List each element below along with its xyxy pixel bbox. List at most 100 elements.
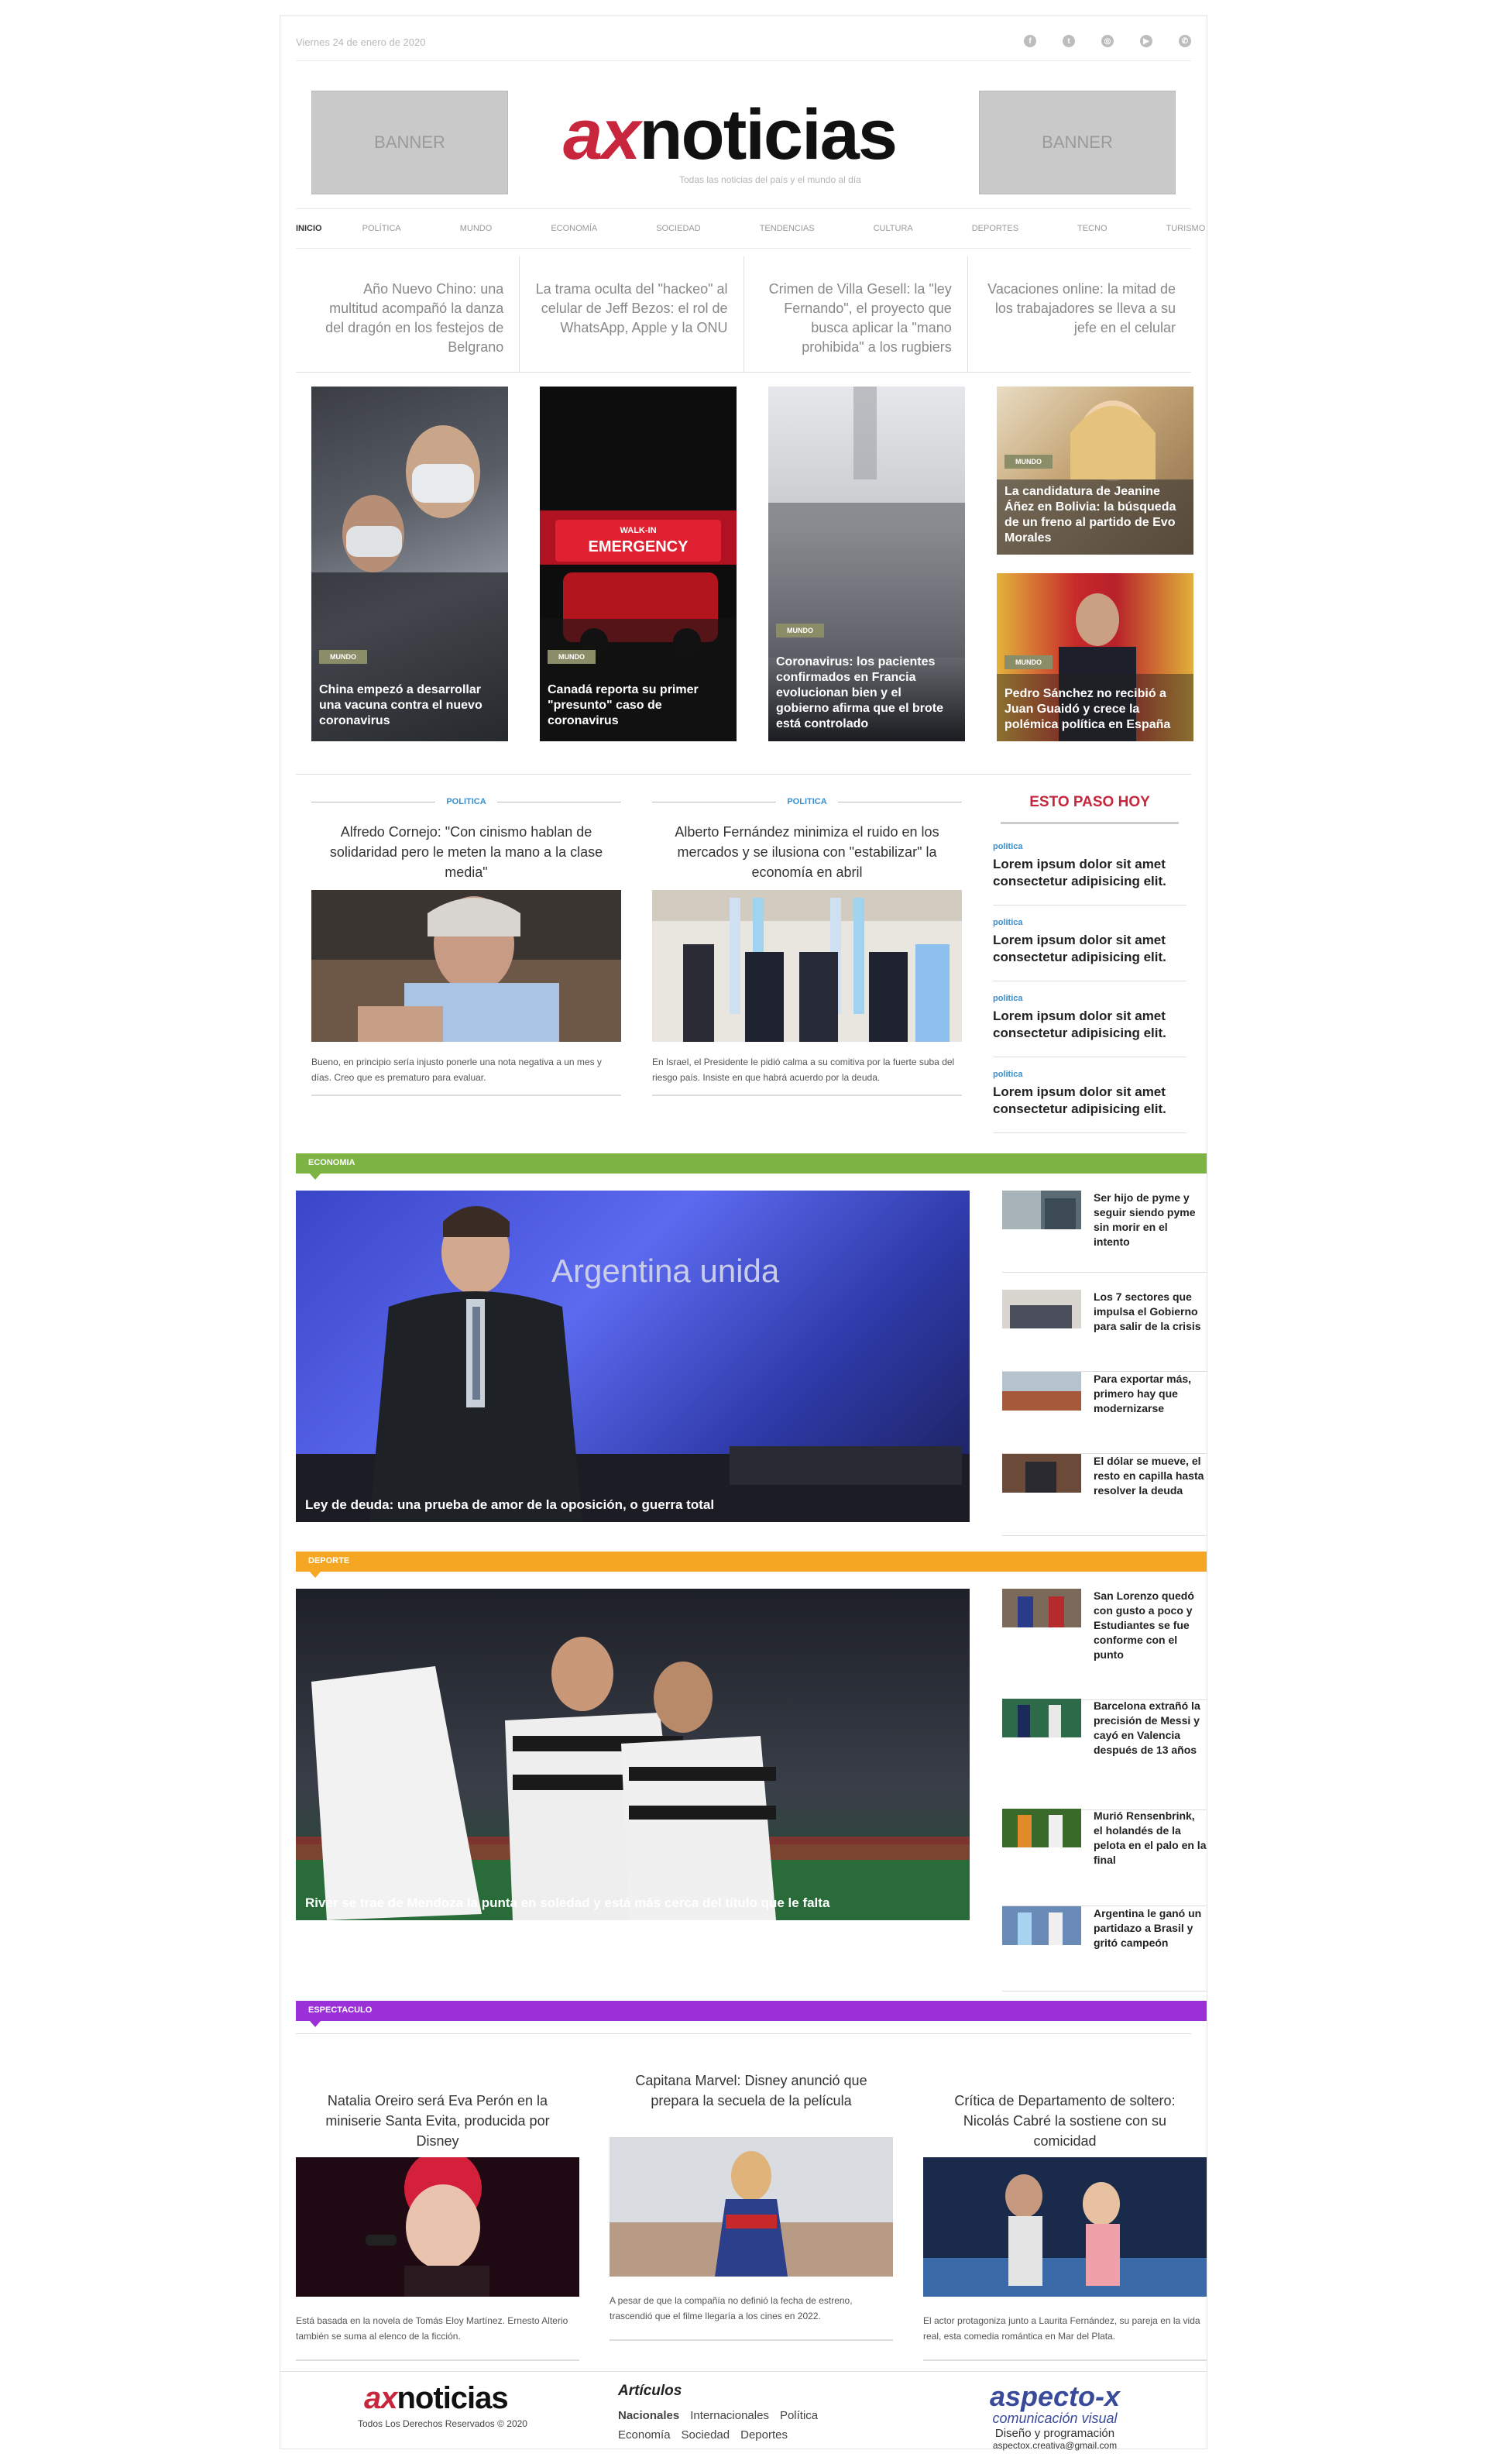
article-kicker: POLITICA [787, 797, 827, 806]
sidebar-item[interactable]: politica Lorem ipsum dolor sit amet cons… [993, 981, 1187, 1057]
section-list-item[interactable]: El dólar se mueve, el resto en capilla h… [1002, 1454, 1207, 1536]
sidebar-item-category: politica [993, 994, 1023, 1003]
site-logo[interactable]: axnoticias [563, 92, 898, 177]
article-photo [296, 1206, 970, 1522]
agency-subtitle: comunicación visual [992, 2411, 1118, 2426]
nav-deportes[interactable]: DEPORTES [972, 224, 1018, 233]
nav-mundo[interactable]: MUNDO [460, 224, 493, 233]
footer-link[interactable]: Política [780, 2409, 818, 2422]
nav-sociedad[interactable]: SOCIEDAD [656, 224, 700, 233]
section-label: ESPECTACULO [308, 2005, 373, 2015]
sidebar-item-title: Lorem ipsum dolor sit amet consectetur a… [993, 857, 1166, 888]
sidebar-item[interactable]: politica Lorem ipsum dolor sit amet cons… [993, 906, 1187, 981]
banner-right[interactable]: BANNER [979, 91, 1176, 194]
section-list-item[interactable]: Argentina le ganó un partidazo a Brasil … [1002, 1906, 1207, 1991]
sidebar-item-category: politica [993, 1070, 1023, 1079]
section-list-item[interactable]: Murió Rensenbrink, el holandés de la pel… [1002, 1809, 1207, 1906]
article-photo [610, 2137, 893, 2277]
instagram-icon[interactable]: ◎ [1101, 35, 1114, 47]
screen-text: Argentina unida [551, 1253, 780, 1289]
category-badge: MUNDO [1004, 455, 1053, 469]
section-list-item[interactable]: San Lorenzo quedó con gusto a poco y Est… [1002, 1589, 1207, 1700]
section-list-item[interactable]: Los 7 sectores que impulsa el Gobierno p… [1002, 1290, 1207, 1372]
emergency-sign-line2: EMERGENCY [588, 538, 689, 555]
section-main-article[interactable]: River se trae de Mendoza la punta en sol… [296, 1589, 970, 1920]
article-title[interactable]: Alberto Fernández minimiza el ruido en l… [652, 822, 962, 882]
nav-cultura[interactable]: CULTURA [874, 224, 913, 233]
section-list-item[interactable]: Barcelona extrañó la precisión de Messi … [1002, 1699, 1207, 1810]
article-title[interactable]: Crítica de Departamento de soltero: Nico… [923, 2077, 1207, 2157]
featured-card[interactable]: MUNDO La candidatura de Jeanine Áñez en … [997, 387, 1193, 555]
banner-left[interactable]: BANNER [311, 91, 508, 194]
headline-link[interactable]: Año Nuevo Chino: una multitud acompañó l… [296, 256, 520, 372]
divider [296, 2033, 1191, 2034]
footer-links: Nacionales Internacionales Política Econ… [618, 2409, 850, 2442]
featured-card[interactable]: MUNDO Pedro Sánchez no recibió a Juan Gu… [997, 573, 1193, 741]
article-title[interactable]: Capitana Marvel: Disney anunció que prep… [610, 2057, 893, 2137]
current-date: Viernes 24 de enero de 2020 [296, 36, 426, 48]
tagline: Todas las noticias del país y el mundo a… [679, 174, 861, 185]
section-list-item[interactable]: Para exportar más, primero hay que moder… [1002, 1372, 1207, 1454]
footer-link[interactable]: Nacionales [618, 2409, 679, 2422]
footer-articles-title: Artículos [618, 2383, 682, 2399]
section-list-item[interactable]: Ser hijo de pyme y seguir siendo pyme si… [1002, 1191, 1207, 1273]
featured-title: Canadá reporta su primer "presunto" caso… [548, 683, 699, 727]
featured-card[interactable]: MUNDO Coronavirus: los pacientes confirm… [768, 387, 965, 741]
featured-card[interactable]: WALK-IN EMERGENCY MUNDO Canadá reporta s… [540, 387, 737, 741]
nav-inicio[interactable]: INICIO [296, 224, 322, 233]
divider [311, 1095, 621, 1096]
agency-email[interactable]: aspectox.creativa@gmail.com [977, 2440, 1132, 2451]
agency-brand[interactable]: aspecto-x comunicación visual Diseño y p… [977, 2383, 1132, 2452]
article-desc: En Israel, el Presidente le pidió calma … [652, 1057, 955, 1083]
list-item-title: San Lorenzo quedó con gusto a poco y Est… [1094, 1589, 1194, 1661]
espectaculo-article[interactable]: Natalia Oreiro será Eva Perón en la mini… [296, 2077, 579, 2361]
article-desc: A pesar de que la compañía no definió la… [610, 2295, 853, 2321]
nav-politica[interactable]: POLÍTICA [362, 224, 401, 233]
esto-paso-hoy-sidebar: ESTO PASO HOY politica Lorem ipsum dolor… [993, 791, 1187, 1133]
headline-link[interactable]: La trama oculta del "hackeo" al celular … [520, 256, 744, 372]
list-item-title: Barcelona extrañó la precisión de Messi … [1094, 1699, 1200, 1756]
nav-tecno[interactable]: TECNO [1077, 224, 1108, 233]
facebook-icon[interactable]: f [1024, 35, 1036, 47]
article-kicker: POLITICA [446, 797, 486, 806]
nav-turismo[interactable]: TURISMO [1166, 224, 1206, 233]
espectaculo-article[interactable]: Crítica de Departamento de soltero: Nico… [923, 2077, 1207, 2361]
footer-logo[interactable]: axnoticias [364, 2381, 509, 2416]
article-photo [923, 2157, 1207, 2297]
section-notch [310, 1174, 321, 1180]
list-item-thumb [1002, 1191, 1081, 1229]
espectaculo-article[interactable]: Capitana Marvel: Disney anunció que prep… [610, 2057, 893, 2341]
footer-logo-noticias: noticias [397, 2381, 509, 2415]
nav-tendencias[interactable]: TENDENCIAS [760, 224, 815, 233]
footer-link[interactable]: Internacionales [690, 2409, 769, 2422]
article-desc: Bueno, en principio sería injusto ponerl… [311, 1057, 602, 1083]
featured-title: La candidatura de Jeanine Áñez en Bolivi… [1004, 485, 1176, 545]
youtube-icon[interactable]: ▶ [1140, 35, 1152, 47]
twitter-icon[interactable]: t [1063, 35, 1075, 47]
featured-title: Coronavirus: los pacientes confirmados e… [776, 655, 944, 730]
featured-card[interactable]: MUNDO China empezó a desarrollar una vac… [311, 387, 508, 741]
copyright: Todos Los Derechos Reservados © 2020 [358, 2418, 527, 2429]
whatsapp-icon[interactable]: ✆ [1179, 35, 1191, 47]
list-item-title: El dólar se mueve, el resto en capilla h… [1094, 1455, 1204, 1497]
article-title[interactable]: Alfredo Cornejo: "Con cinismo hablan de … [311, 822, 621, 882]
social-links: f t ◎ ▶ ✆ [1024, 35, 1191, 47]
footer-link[interactable]: Economía [618, 2428, 671, 2442]
article-desc: Está basada en la novela de Tomás Eloy M… [296, 2315, 568, 2342]
headline-link[interactable]: Vacaciones online: la mitad de los traba… [968, 256, 1191, 372]
footer-link[interactable]: Sociedad [682, 2428, 730, 2442]
site-footer: axnoticias Todos Los Derechos Reservados… [280, 2371, 1207, 2452]
article-title[interactable]: Natalia Oreiro será Eva Perón en la mini… [296, 2077, 579, 2157]
nav-economia[interactable]: ECONOMÍA [551, 224, 597, 233]
divider [296, 2359, 579, 2361]
sidebar-item[interactable]: politica Lorem ipsum dolor sit amet cons… [993, 830, 1187, 906]
headline-link[interactable]: Crimen de Villa Gesell: la "ley Fernando… [744, 256, 968, 372]
sidebar-item[interactable]: politica Lorem ipsum dolor sit amet cons… [993, 1057, 1187, 1133]
article-photo [652, 890, 962, 1042]
sidebar-title-underline [1001, 822, 1179, 824]
footer-link[interactable]: Deportes [740, 2428, 788, 2442]
divider [610, 2339, 893, 2341]
section-bar-economia: ECONOMIA [296, 1153, 1207, 1180]
section-main-article[interactable]: Argentina unida Ley de deuda: una prueba… [296, 1191, 970, 1522]
article-photo [296, 1637, 970, 1920]
